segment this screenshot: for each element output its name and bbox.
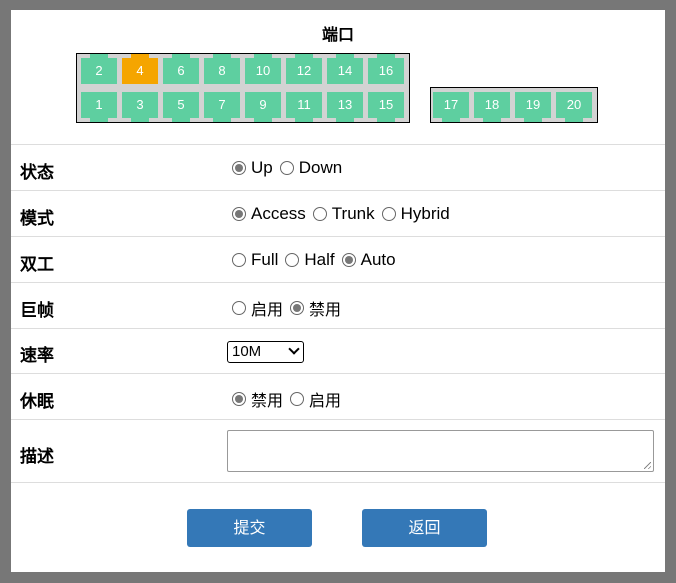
- row-speed: 速率 10M: [11, 328, 665, 373]
- mode-label: 模式: [20, 209, 54, 229]
- mode-access-radio[interactable]: Access: [232, 204, 306, 224]
- port-20[interactable]: 20: [556, 92, 592, 122]
- description-control: [227, 430, 654, 472]
- row-status: 状态 Up Down: [11, 144, 665, 190]
- radio-circle: [279, 161, 294, 175]
- radio-circle: [232, 207, 246, 221]
- radio-circle: [232, 301, 246, 315]
- port-17[interactable]: 17: [433, 92, 469, 122]
- port-5[interactable]: 5: [163, 92, 199, 122]
- chevron-down-icon: [288, 343, 300, 355]
- description-textarea[interactable]: [227, 430, 654, 472]
- duplex-half-radio[interactable]: Half: [285, 250, 335, 270]
- radio-circle: [290, 301, 305, 315]
- mode-trunk-radio[interactable]: Trunk: [312, 204, 375, 224]
- row-sleep: 休眠 禁用 启用: [11, 373, 665, 419]
- row-duplex: 双工 Full Half Auto: [11, 236, 665, 282]
- sleep-disable-radio[interactable]: 禁用: [232, 387, 283, 411]
- port-10[interactable]: 10: [245, 54, 281, 84]
- radio-circle: [232, 392, 246, 406]
- port-13[interactable]: 13: [327, 92, 363, 122]
- radio-circle: [381, 207, 396, 221]
- radio-circle: [285, 253, 300, 267]
- port-6[interactable]: 6: [163, 54, 199, 84]
- back-button[interactable]: 返回: [362, 509, 487, 547]
- port-19[interactable]: 19: [515, 92, 551, 122]
- speed-select[interactable]: 10M: [227, 341, 304, 363]
- duplex-full-radio[interactable]: Full: [232, 250, 278, 270]
- sleep-enable-radio[interactable]: 启用: [290, 387, 341, 411]
- status-down-radio[interactable]: Down: [279, 158, 342, 178]
- duplex-auto-radio[interactable]: Auto: [341, 250, 396, 270]
- port-2[interactable]: 2: [81, 54, 117, 84]
- port-7[interactable]: 7: [204, 92, 240, 122]
- port-15[interactable]: 15: [368, 92, 404, 122]
- port-panel-17-20: 17 18 19 20: [430, 87, 598, 123]
- port-18[interactable]: 18: [474, 92, 510, 122]
- port-9[interactable]: 9: [245, 92, 281, 122]
- description-label: 描述: [20, 447, 54, 467]
- resize-grip-icon[interactable]: [644, 462, 651, 469]
- jumbo-label: 巨帧: [20, 301, 54, 321]
- duplex-label: 双工: [20, 255, 54, 275]
- speed-control: 10M: [227, 341, 304, 363]
- port-11[interactable]: 11: [286, 92, 322, 122]
- port-16[interactable]: 16: [368, 54, 404, 84]
- radio-circle: [341, 253, 356, 267]
- dialog-title: 端口: [321, 25, 354, 44]
- status-up-radio[interactable]: Up: [232, 158, 273, 178]
- duplex-options: Full Half Auto: [232, 250, 403, 270]
- status-label: 状态: [20, 163, 54, 183]
- radio-circle: [232, 253, 246, 267]
- row-jumbo-frame: 巨帧 启用 禁用: [11, 282, 665, 328]
- jumbo-enable-radio[interactable]: 启用: [232, 296, 283, 320]
- row-description: 描述: [11, 419, 665, 483]
- row-mode: 模式 Access Trunk Hybrid: [11, 190, 665, 236]
- status-options: Up Down: [232, 158, 349, 178]
- port-1[interactable]: 1: [81, 92, 117, 122]
- radio-circle: [232, 161, 246, 175]
- port-12[interactable]: 12: [286, 54, 322, 84]
- radio-circle: [312, 207, 327, 221]
- mode-hybrid-radio[interactable]: Hybrid: [381, 204, 450, 224]
- speed-label: 速率: [20, 346, 54, 366]
- sleep-label: 休眠: [20, 392, 54, 412]
- radio-circle: [290, 392, 305, 406]
- port-3[interactable]: 3: [122, 92, 158, 122]
- jumbo-disable-radio[interactable]: 禁用: [290, 296, 341, 320]
- port-8[interactable]: 8: [204, 54, 240, 84]
- port-4[interactable]: 4: [122, 54, 158, 84]
- sleep-options: 禁用 启用: [232, 387, 348, 411]
- port-panel-1-16: 2 4 6 8 10 12 14 16 1 3 5 7 9 11 13 15: [76, 53, 410, 123]
- mode-options: Access Trunk Hybrid: [232, 204, 457, 224]
- submit-button[interactable]: 提交: [187, 509, 312, 547]
- jumbo-options: 启用 禁用: [232, 296, 348, 320]
- port-14[interactable]: 14: [327, 54, 363, 84]
- port-config-dialog: 端口 2 4 6 8 10 12 14 16 1 3 5 7 9 11 13 1…: [11, 10, 665, 572]
